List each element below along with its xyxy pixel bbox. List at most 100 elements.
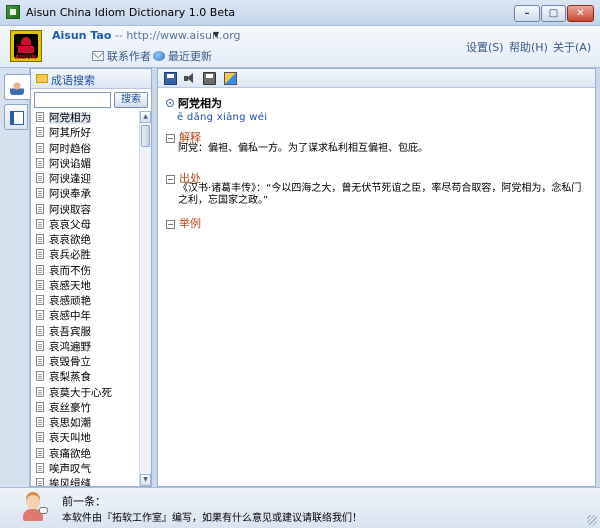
print-icon[interactable]	[203, 72, 216, 85]
list-item[interactable]: 哀感顽艳	[31, 294, 139, 309]
book-icon	[10, 111, 24, 125]
resize-grip-icon[interactable]	[587, 515, 597, 525]
list-item[interactable]: 哀吾宾服	[31, 325, 139, 340]
document-icon	[36, 127, 44, 138]
document-icon	[36, 432, 44, 443]
list-item-label: 阿时趋俗	[49, 142, 91, 155]
list-item[interactable]: 阿党相为	[31, 111, 139, 126]
minimize-icon: –	[524, 8, 530, 19]
entry-panel: 阿党相为 ē dǎng xiāng wéi − 解释 阿党：偏袒、偏私一方。为了谋…	[157, 68, 596, 487]
list-scrollbar[interactable]: ▲ ▼	[139, 111, 151, 486]
collapse-icon[interactable]: −	[166, 134, 175, 143]
minimize-button[interactable]: –	[514, 5, 540, 22]
settings-icon[interactable]	[224, 72, 237, 85]
avatar-icon	[20, 493, 48, 523]
document-icon	[36, 157, 44, 168]
document-icon	[36, 325, 44, 336]
document-icon	[36, 112, 44, 122]
list-item[interactable]: 哀天叫地	[31, 431, 139, 446]
list-item-label: 阿谀取容	[49, 203, 91, 216]
section-meaning-body: 阿党：偏袒、偏私一方。为了谋求私利相互偏袒、包庇。	[178, 143, 428, 154]
aisun-logo: AISUN	[10, 30, 42, 62]
folder-icon	[36, 74, 48, 83]
update-icon	[153, 51, 165, 61]
list-item[interactable]: 阿谀谄媚	[31, 157, 139, 172]
chevron-down-icon[interactable]: ▼	[213, 30, 219, 39]
document-icon	[36, 218, 44, 229]
document-icon	[36, 203, 44, 214]
list-item-label: 哀莫大于心死	[49, 386, 112, 399]
search-input[interactable]	[34, 92, 111, 108]
document-icon	[36, 173, 44, 183]
person-search-icon	[10, 81, 24, 95]
maximize-icon: □	[548, 8, 559, 19]
list-item-label: 哀感顽艳	[49, 295, 91, 307]
list-item[interactable]: 阿其所好	[31, 126, 139, 141]
list-item[interactable]: 阿谀取容	[31, 203, 139, 218]
idiom-list: 阿党相为 阿其所好阿时趋俗阿谀谄媚 阿谀逢迎 阿谀奉承 阿谀取容哀哀父母 哀哀欲绝 哀兵必胜…	[31, 111, 139, 486]
save-icon[interactable]	[164, 72, 177, 85]
list-item-label: 哀痛欲绝	[49, 447, 91, 460]
scroll-up-icon[interactable]: ▲	[140, 111, 151, 123]
document-icon	[36, 386, 44, 397]
menu-about[interactable]: 关于(A)	[553, 39, 591, 55]
author-url-link[interactable]: http://www.aisun.org	[126, 29, 240, 42]
tab-dictionary[interactable]	[4, 104, 28, 130]
list-item[interactable]: 哀感中年	[31, 309, 139, 324]
document-icon	[36, 356, 44, 366]
list-item[interactable]: 阿谀逢迎	[31, 172, 139, 187]
list-item[interactable]: 哀哀欲绝	[31, 233, 139, 248]
recent-updates-label: 最近更新	[168, 50, 212, 63]
list-item[interactable]: 阿时趋俗	[31, 142, 139, 157]
list-item[interactable]: 哀莫大于心死	[31, 386, 139, 401]
list-item[interactable]: 哀哀父母	[31, 218, 139, 233]
list-item-label: 哀鸿遍野	[49, 340, 91, 353]
search-panel-header: 成语搜索	[31, 69, 151, 89]
list-item[interactable]: 唉声叹气	[31, 462, 139, 477]
close-button[interactable]: ✕	[567, 5, 594, 22]
status-message: 本软件由『拓软工作室』编写，如果有什么意见或建议请联络我们！	[62, 513, 362, 524]
list-item-label: 阿其所好	[49, 127, 91, 140]
section-example-title[interactable]: − 举例	[166, 215, 201, 231]
entry-toolbar	[158, 69, 595, 88]
list-item[interactable]: 哀感天地	[31, 279, 139, 294]
menu-help[interactable]: 帮助(H)	[509, 39, 548, 55]
list-item[interactable]: 哀而不伤	[31, 264, 139, 279]
search-button[interactable]: 搜索	[114, 92, 148, 108]
list-item[interactable]: 哀鸿遍野	[31, 340, 139, 355]
list-item[interactable]: 哀梨蒸食	[31, 370, 139, 385]
document-icon	[36, 234, 44, 244]
list-item[interactable]: 哀思如潮	[31, 416, 139, 431]
bullet-icon	[166, 99, 174, 107]
document-icon	[36, 264, 44, 275]
list-item[interactable]: 阿谀奉承	[31, 187, 139, 202]
document-icon	[36, 478, 44, 486]
document-icon	[36, 142, 44, 153]
list-item-label: 唉声叹气	[49, 462, 91, 475]
collapse-icon[interactable]: −	[166, 175, 175, 184]
document-icon	[36, 371, 44, 382]
search-panel-title: 成语搜索	[51, 74, 95, 87]
entry-pinyin: ē dǎng xiāng wéi	[177, 112, 268, 123]
document-icon	[36, 249, 44, 260]
recent-updates-link[interactable]: 最近更新	[153, 48, 212, 64]
contact-author-link[interactable]: 联系作者	[92, 48, 151, 64]
maximize-button[interactable]: □	[541, 5, 566, 22]
scroll-thumb[interactable]	[141, 125, 150, 147]
window-title: Aisun China Idiom Dictionary 1.0 Beta	[26, 6, 236, 19]
list-item-label: 哀吾宾服	[49, 325, 91, 338]
list-item-label: 哀梨蒸食	[49, 371, 91, 384]
list-item[interactable]: 挨风缉缝	[31, 477, 139, 486]
speaker-icon[interactable]	[183, 72, 196, 85]
menu-settings[interactable]: 设置(S)	[466, 39, 504, 55]
list-item[interactable]: 哀毁骨立	[31, 355, 139, 370]
collapse-icon[interactable]: −	[166, 220, 175, 229]
list-item[interactable]: 哀丝豪竹	[31, 401, 139, 416]
list-item-label: 哀思如潮	[49, 417, 91, 429]
list-item[interactable]: 哀痛欲绝	[31, 447, 139, 462]
list-item-label: 哀而不伤	[49, 264, 91, 277]
scroll-down-icon[interactable]: ▼	[140, 474, 151, 486]
tab-idiom-search[interactable]	[4, 74, 30, 100]
author-name-link[interactable]: Aisun Tao	[52, 29, 111, 42]
list-item[interactable]: 哀兵必胜	[31, 248, 139, 263]
